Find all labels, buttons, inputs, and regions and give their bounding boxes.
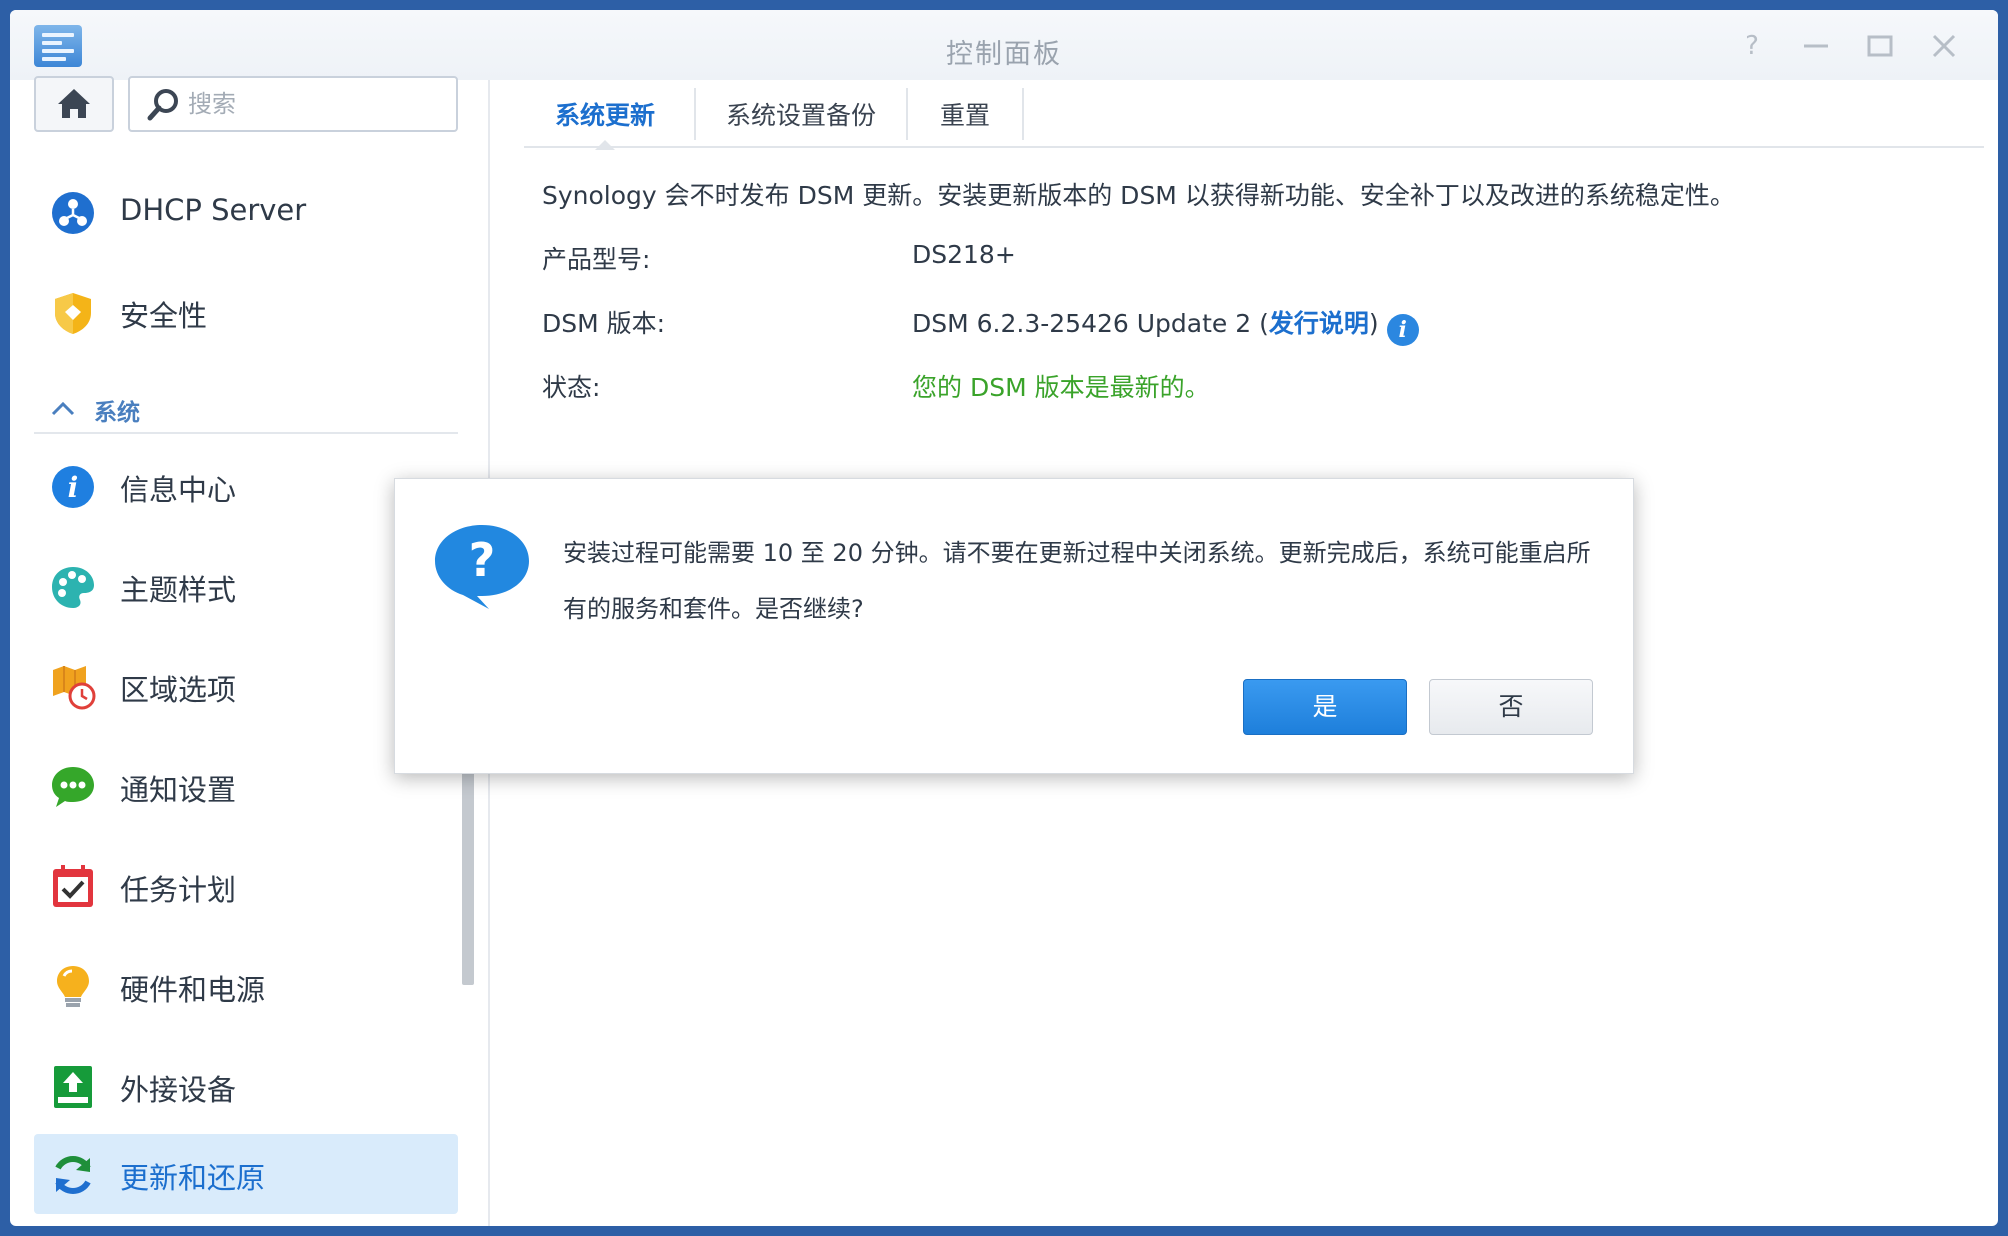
tab-system-update[interactable]: 系统更新: [524, 82, 686, 150]
dhcp-server-icon: [52, 192, 94, 234]
model-value: DS218+: [912, 240, 1016, 269]
search-box[interactable]: [128, 76, 458, 132]
sidebar-item-external-devices[interactable]: 外接设备: [34, 1046, 458, 1126]
sidebar-item-label: 外接设备: [120, 1073, 237, 1107]
sidebar-item-label: 安全性: [120, 299, 208, 333]
sidebar-item-task-scheduler[interactable]: 任务计划: [34, 846, 458, 926]
sidebar-item-update-restore[interactable]: 更新和还原: [34, 1134, 458, 1214]
dsm-version-value: DSM 6.2.3-25426 Update 2 (发行说明) i: [912, 304, 1419, 346]
section-label: 系统: [94, 400, 140, 426]
no-button[interactable]: 否: [1429, 679, 1593, 735]
sidebar-item-label: 更新和还原: [120, 1161, 266, 1195]
refresh-icon: [55, 1156, 91, 1194]
tab-bar: 系统更新 系统设置备份 重置: [524, 82, 1984, 150]
sidebar-item-label: 主题样式: [120, 573, 237, 607]
sidebar-item-label: DHCP Server: [120, 193, 307, 227]
sidebar-item-label: 信息中心: [120, 473, 237, 507]
svg-text:?: ?: [469, 533, 496, 587]
chevron-up-icon: [51, 401, 75, 416]
sidebar-item-security[interactable]: 安全性: [34, 272, 458, 352]
title-bar[interactable]: 控制面板 ?: [10, 10, 1998, 80]
question-bubble-icon: ?: [435, 525, 529, 609]
info-center-icon: i: [52, 466, 94, 508]
sidebar-item-label: 通知设置: [120, 773, 237, 807]
status-label: 状态:: [542, 373, 601, 402]
palette-icon: [52, 567, 94, 608]
model-label: 产品型号:: [542, 245, 651, 274]
svg-text:i: i: [68, 471, 79, 504]
close-icon[interactable]: [1926, 28, 1962, 64]
help-icon[interactable]: ?: [1734, 28, 1770, 64]
control-panel-window: 控制面板 ? DHCP Server: [10, 10, 1998, 1226]
chat-bubble-icon: [52, 767, 94, 807]
yes-button[interactable]: 是: [1243, 679, 1407, 735]
sidebar-item-hardware-power[interactable]: 硬件和电源: [34, 946, 458, 1026]
search-input[interactable]: [188, 86, 448, 122]
minimize-icon[interactable]: [1798, 28, 1834, 64]
status-value: 您的 DSM 版本是最新的。: [912, 373, 1210, 402]
tab-reset[interactable]: 重置: [908, 82, 1022, 148]
shield-icon: [55, 293, 91, 334]
section-header-system[interactable]: 系统: [34, 382, 458, 434]
tab-divider: [1022, 88, 1024, 140]
window-title: 控制面板: [946, 39, 1062, 70]
home-button[interactable]: [34, 76, 114, 132]
external-device-icon: [54, 1066, 92, 1108]
confirm-dialog: ? 安装过程可能需要 10 至 20 分钟。请不要在更新过程中关闭系统。更新完成…: [394, 478, 1634, 774]
sidebar-item-dhcp-server[interactable]: DHCP Server: [34, 172, 458, 252]
sidebar-scrollbar[interactable]: [462, 770, 474, 985]
home-icon: [58, 89, 90, 118]
lightbulb-icon: [57, 966, 89, 1007]
info-icon[interactable]: i: [1386, 314, 1419, 346]
update-description: Synology 会不时发布 DSM 更新。安装更新版本的 DSM 以获得新功能…: [542, 181, 1735, 210]
dsm-version-close: ): [1368, 309, 1379, 338]
sidebar-item-label: 任务计划: [120, 873, 237, 907]
maximize-icon[interactable]: [1862, 28, 1898, 64]
tab-settings-backup[interactable]: 系统设置备份: [696, 82, 906, 148]
sidebar-item-label: 区域选项: [120, 673, 237, 707]
dialog-message: 安装过程可能需要 10 至 20 分钟。请不要在更新过程中关闭系统。更新完成后，…: [563, 539, 1591, 623]
release-notes-link[interactable]: 发行说明: [1269, 309, 1369, 338]
calendar-check-icon: [53, 865, 93, 907]
dsm-version-text: DSM 6.2.3-25426 Update 2 (: [912, 309, 1269, 338]
sidebar-item-label: 硬件和电源: [120, 973, 266, 1007]
search-icon: [147, 89, 178, 121]
dsm-version-label: DSM 版本:: [542, 309, 666, 338]
regional-options-icon: [53, 666, 96, 710]
